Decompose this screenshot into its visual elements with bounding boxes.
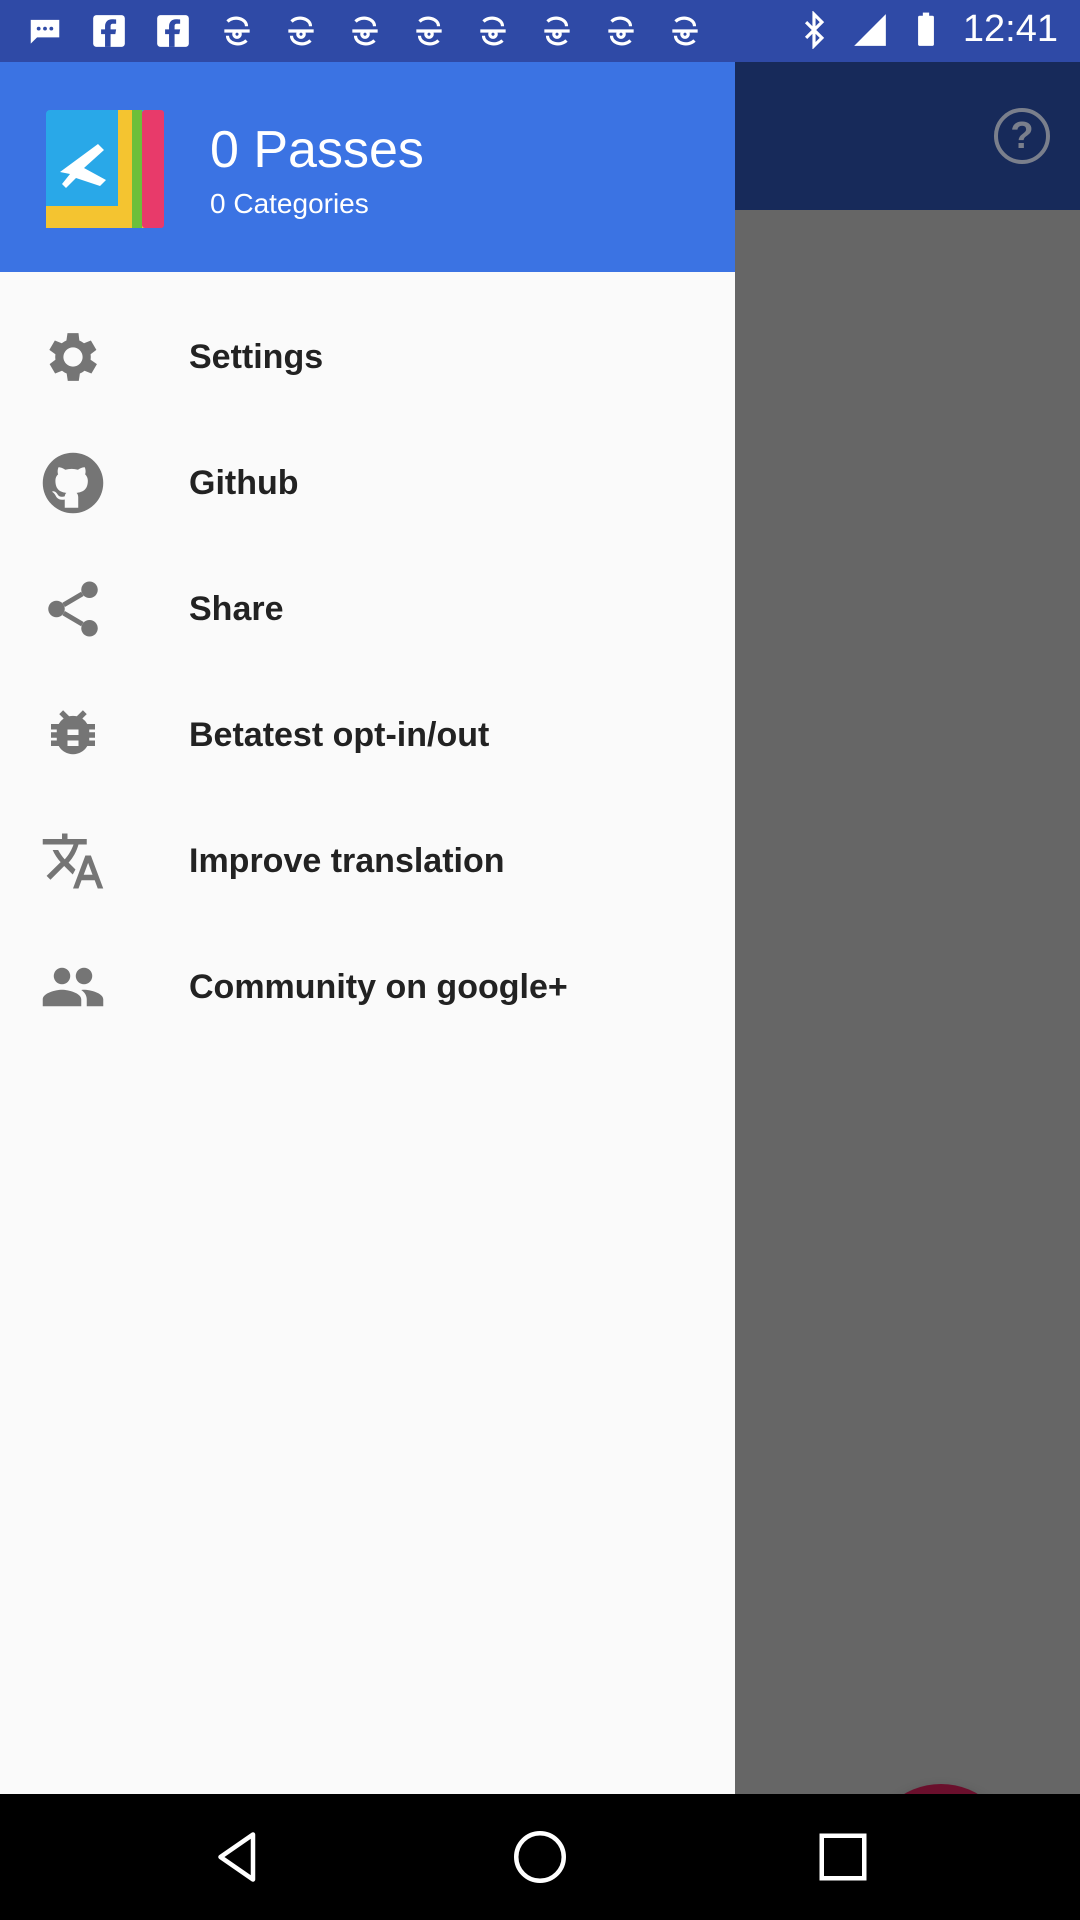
fan-icon <box>480 16 506 46</box>
facebook-icon <box>157 15 189 47</box>
github-icon <box>42 452 104 514</box>
fan-icon <box>416 16 442 46</box>
status-time: 12:41 <box>962 8 1058 50</box>
message-icon <box>30 19 60 44</box>
menu-item-community[interactable]: Community on google+ <box>0 924 735 1050</box>
passes-count-title: 0 Passes <box>210 121 424 179</box>
fan-icon <box>352 16 378 46</box>
home-icon[interactable] <box>510 1827 570 1887</box>
menu-label-betatest: Betatest opt-in/out <box>189 715 490 754</box>
app-logo-icon <box>46 110 164 228</box>
fan-icon <box>672 16 698 46</box>
menu-item-betatest[interactable]: Betatest opt-in/out <box>0 672 735 798</box>
gear-icon <box>49 333 97 381</box>
system-navigation-bar <box>0 1794 1080 1920</box>
menu-item-share[interactable]: Share <box>0 546 735 672</box>
fan-icon <box>608 16 634 46</box>
signal-icon <box>854 13 886 46</box>
menu-label-settings: Settings <box>189 337 324 376</box>
categories-count-subtitle: 0 Categories <box>210 188 369 219</box>
menu-label-github: Github <box>189 463 299 502</box>
battery-icon <box>917 12 934 46</box>
menu-item-settings[interactable]: Settings <box>0 294 735 420</box>
back-icon[interactable] <box>208 1827 268 1887</box>
translate-icon <box>42 833 104 889</box>
menu-label-share: Share <box>189 589 284 628</box>
status-bar: 12:41 <box>0 0 1080 62</box>
share-icon <box>48 581 98 637</box>
drawer-header: 0 Passes 0 Categories <box>0 62 735 272</box>
navigation-drawer: 0 Passes 0 Categories Settings Github Sh… <box>0 62 735 1794</box>
recents-icon[interactable] <box>813 1827 873 1887</box>
menu-label-translation: Improve translation <box>189 841 505 880</box>
bug-icon <box>51 710 95 755</box>
fan-icon <box>224 16 250 46</box>
fan-icon <box>544 16 570 46</box>
bluetooth-icon <box>804 10 825 49</box>
menu-item-translation[interactable]: Improve translation <box>0 798 735 924</box>
facebook-icon <box>93 15 125 47</box>
people-icon <box>42 967 104 1007</box>
menu-item-github[interactable]: Github <box>0 420 735 546</box>
menu-label-community: Community on google+ <box>189 967 568 1006</box>
help-icon[interactable]: ? <box>994 108 1050 164</box>
drawer-menu: Settings Github Share Betatest opt-in/ou… <box>0 272 735 1050</box>
fan-icon <box>288 16 314 46</box>
